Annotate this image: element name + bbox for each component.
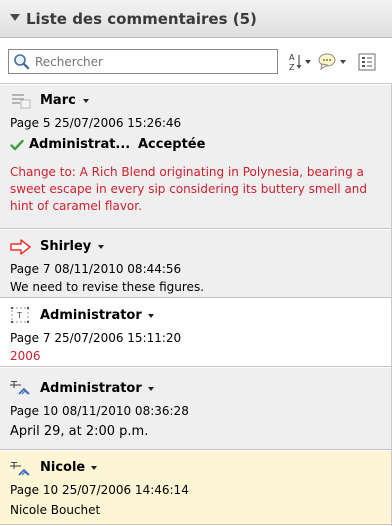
sort-az-icon: A Z <box>289 53 302 72</box>
status-author: Administrat... <box>29 137 131 152</box>
comment-page-date: Page 10 25/07/2006 14:46:14 <box>10 483 189 497</box>
comment-author[interactable]: Administrator <box>40 381 142 396</box>
text-box-icon: T <box>11 307 29 323</box>
status-label: Acceptée <box>138 137 206 152</box>
svg-text:T: T <box>16 311 22 320</box>
comment-item-selected[interactable]: T Nicole Page 10 25/07/2006 14:46:14 Nic… <box>0 451 391 525</box>
comment-text: Change to: A Rich Blend originating in P… <box>10 165 368 213</box>
comments-panel: Liste des commentaires (5) A Z <box>0 0 392 526</box>
arrow-icon <box>10 239 31 255</box>
comment-author[interactable]: Administrator <box>40 308 142 323</box>
comment-page-date: Page 5 25/07/2006 15:26:46 <box>10 116 182 130</box>
checkmark-icon <box>10 139 24 151</box>
sort-button[interactable]: A Z <box>287 52 313 72</box>
comment-text: Nicole Bouchet <box>10 503 101 517</box>
options-button[interactable] <box>358 52 380 72</box>
svg-text:Z: Z <box>289 63 295 72</box>
comment-author[interactable]: Marc <box>40 93 76 108</box>
search-icon <box>14 54 30 70</box>
panel-title: Liste des commentaires (5) <box>26 10 257 28</box>
svg-text:A: A <box>289 53 295 62</box>
insert-text-icon: T <box>10 380 30 395</box>
comment-item[interactable]: T Administrator Page 10 08/11/2010 08:36… <box>0 368 391 450</box>
collapse-triangle-icon[interactable] <box>10 14 20 21</box>
insert-text-icon: T <box>10 461 30 476</box>
comment-filter-icon <box>318 53 336 71</box>
comments-toolbar: A Z <box>0 38 392 84</box>
comment-item[interactable]: Marc Page 5 25/07/2006 15:26:46 Administ… <box>0 85 391 229</box>
comment-page-date: Page 7 08/11/2010 08:44:56 <box>10 262 182 276</box>
comment-text: 2006 <box>10 349 41 363</box>
comment-page-date: Page 7 25/07/2006 15:11:20 <box>10 331 182 345</box>
comment-text: We need to revise these figures. <box>10 280 205 294</box>
search-box[interactable] <box>8 49 278 74</box>
comment-text: April 29, at 2:00 p.m. <box>10 424 149 439</box>
filter-caret-icon <box>340 60 346 64</box>
author-dropdown-icon[interactable] <box>148 387 154 391</box>
list-options-icon <box>358 53 376 71</box>
note-icon <box>12 94 31 109</box>
comment-page-date: Page 10 08/11/2010 08:36:28 <box>10 404 189 418</box>
comment-item[interactable]: Shirley Page 7 08/11/2010 08:44:56 We ne… <box>0 230 391 298</box>
comment-author[interactable]: Shirley <box>40 239 91 254</box>
author-dropdown-icon[interactable] <box>148 314 154 318</box>
comment-author[interactable]: Nicole <box>40 460 85 475</box>
author-dropdown-icon[interactable] <box>91 466 97 470</box>
panel-header[interactable]: Liste des commentaires (5) <box>0 0 392 38</box>
comment-item[interactable]: T Administrator Page 7 25/07/2006 15:11:… <box>0 299 391 367</box>
filter-button[interactable] <box>318 52 348 72</box>
author-dropdown-icon[interactable] <box>83 99 89 103</box>
sort-caret-icon <box>305 60 311 64</box>
author-dropdown-icon[interactable] <box>98 245 104 249</box>
search-input[interactable] <box>35 52 273 71</box>
